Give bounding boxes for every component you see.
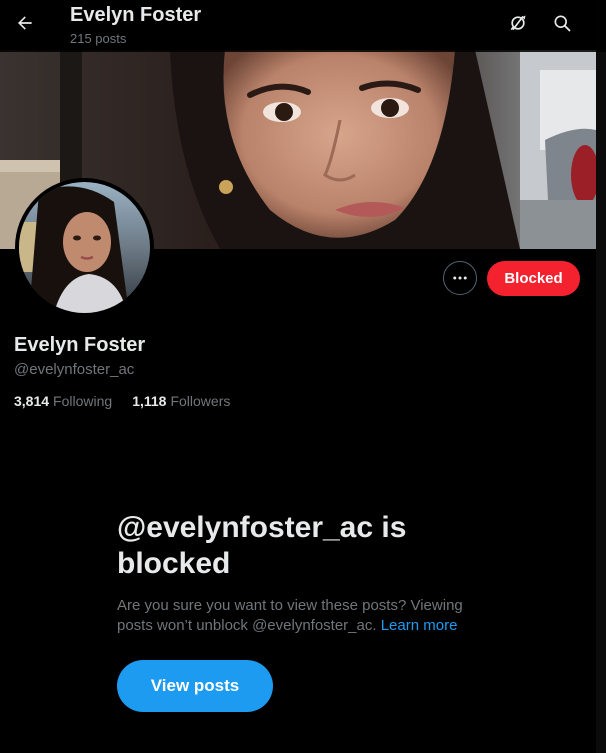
blocked-heading: @evelynfoster_ac is blocked [117,511,407,580]
profile-stats: 3,814 Following 1,118 Followers [14,393,230,409]
following-link[interactable]: 3,814 Following [14,393,112,409]
profile-header: Evelyn Foster 215 posts [0,0,606,52]
followers-count: 1,118 [132,393,167,409]
user-handle: @evelynfoster_ac [14,361,135,378]
back-button[interactable] [8,6,42,40]
blocked-button[interactable]: Blocked [487,261,580,296]
blocked-notice: @evelynfoster_ac is blocked Are you sure… [117,510,477,636]
refresh-icon [510,15,526,31]
following-count: 3,814 [14,393,50,409]
search-icon [554,15,571,32]
blocked-description: Are you sure you want to view these post… [117,596,477,636]
post-count: 215 posts [70,31,127,46]
back-arrow-icon [18,16,32,30]
header-title-block: Evelyn Foster 215 posts [70,4,201,47]
followers-link[interactable]: 1,118 Followers [132,393,230,409]
following-label: Following [53,393,113,409]
more-options-button[interactable] [443,261,477,295]
refresh-button[interactable] [501,6,535,40]
followers-label: Followers [170,393,231,409]
display-name: Evelyn Foster [14,334,146,356]
search-button[interactable] [545,6,579,40]
more-dots-icon [453,276,467,280]
header-title: Evelyn Foster [70,4,202,26]
avatar[interactable] [15,178,154,317]
view-posts-button[interactable]: View posts [117,660,273,712]
scrollbar-track[interactable] [596,0,606,753]
learn-more-link[interactable]: Learn more [381,617,458,634]
